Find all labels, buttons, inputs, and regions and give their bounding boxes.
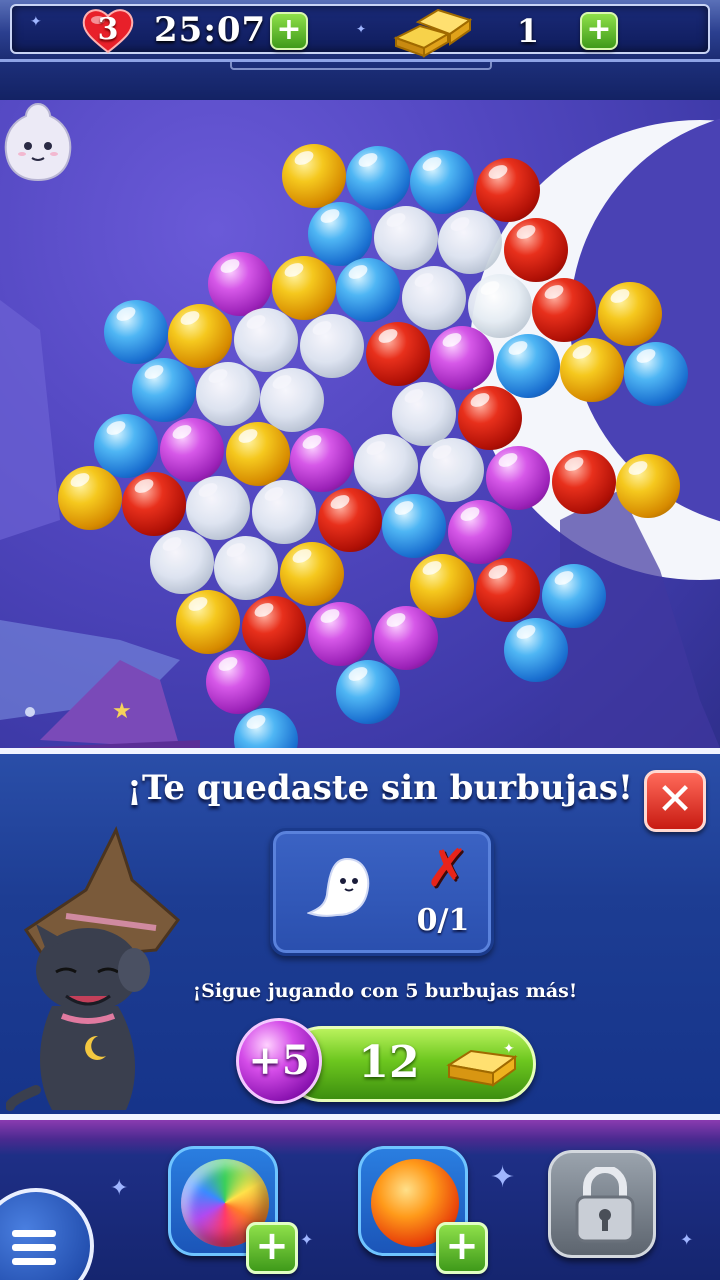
red-bubble xyxy=(122,472,186,536)
blue-bubble xyxy=(410,150,474,214)
yellow-bubble xyxy=(272,256,336,320)
goal-failed-x-icon: ✗ xyxy=(425,839,469,899)
gold-bar-icon: ✦ xyxy=(446,1041,518,1087)
price-label: 12 xyxy=(358,1037,420,1088)
continue-prompt: ¡Sigue jugando con 5 burbujas más! xyxy=(192,980,578,1002)
yellow-bubble xyxy=(226,422,290,486)
cloud-bubble xyxy=(234,308,298,372)
red-bubble xyxy=(552,450,616,514)
yellow-bubble xyxy=(58,466,122,530)
red-bubble xyxy=(318,488,382,552)
purple-bubble xyxy=(374,606,438,670)
cloud-bubble xyxy=(438,210,502,274)
bubble-board[interactable]: ★ xyxy=(0,100,720,748)
yellow-bubble xyxy=(280,542,344,606)
add-lives-button[interactable]: + xyxy=(270,12,308,50)
cloud-bubble xyxy=(420,438,484,502)
red-bubble xyxy=(532,278,596,342)
padlock-icon xyxy=(575,1167,635,1243)
blue-bubble xyxy=(132,358,196,422)
cloud-bubble xyxy=(354,434,418,498)
yellow-bubble xyxy=(168,304,232,368)
red-bubble xyxy=(458,386,522,450)
yellow-bubble xyxy=(282,144,346,208)
score-progress-bar xyxy=(230,62,492,70)
gold-bars-count: 1 xyxy=(516,12,540,50)
add-fire-booster-button[interactable]: + xyxy=(436,1222,488,1274)
purple-bubble xyxy=(308,602,372,666)
cloud-bubble xyxy=(252,480,316,544)
cloud-bubble xyxy=(214,536,278,600)
sparkle-icon: ✦ xyxy=(356,22,367,36)
sparkle-icon: ✦ xyxy=(490,1160,516,1195)
top-status-bar: ✦ ✦ 3 25:07 + 1 + xyxy=(0,0,720,62)
sparkle-icon: ✦ xyxy=(110,1176,129,1201)
purple-bubble xyxy=(290,428,354,492)
out-of-bubbles-dialog: ¡Te quedaste sin burbujas! ✕ ✗ 0/1 ¡Sigu… xyxy=(0,748,720,1120)
red-bubble xyxy=(242,596,306,660)
plus-five-bubbles-badge: +5 xyxy=(236,1018,322,1104)
close-button[interactable]: ✕ xyxy=(644,770,706,832)
red-bubble xyxy=(476,558,540,622)
cloud-bubble xyxy=(300,314,364,378)
purple-bubble xyxy=(486,446,550,510)
ghost-target-icon xyxy=(4,102,72,182)
locked-booster[interactable] xyxy=(548,1150,656,1258)
yellow-bubble xyxy=(598,282,662,346)
hamburger-icon xyxy=(12,1230,56,1272)
sparkle-icon: ✦ xyxy=(300,1230,314,1249)
red-bubble xyxy=(366,322,430,386)
menu-button[interactable] xyxy=(0,1188,94,1280)
cloud-bubble xyxy=(402,266,466,330)
blue-bubble xyxy=(624,342,688,406)
purple-bubble xyxy=(206,650,270,714)
svg-text:★: ★ xyxy=(112,699,132,724)
sparkle-icon: ✦ xyxy=(680,1230,694,1249)
blue-bubble xyxy=(504,618,568,682)
blue-bubble xyxy=(382,494,446,558)
goal-panel: ✗ 0/1 xyxy=(270,828,494,956)
add-gold-button[interactable]: + xyxy=(580,12,618,50)
ghost-goal-icon xyxy=(307,857,370,917)
cloud-bubble xyxy=(150,530,214,594)
red-bubble xyxy=(476,158,540,222)
blue-bubble xyxy=(308,202,372,266)
blue-bubble xyxy=(496,334,560,398)
cloud-bubble xyxy=(196,362,260,426)
red-bubble xyxy=(504,218,568,282)
purple-bubble xyxy=(208,252,272,316)
yellow-bubble xyxy=(176,590,240,654)
goal-count: 0/1 xyxy=(416,903,470,938)
blue-bubble xyxy=(542,564,606,628)
blue-bubble xyxy=(346,146,410,210)
sparkle-icon: ✦ xyxy=(30,14,42,30)
blue-bubble xyxy=(104,300,168,364)
blue-bubble xyxy=(336,660,400,724)
blue-bubble xyxy=(336,258,400,322)
lives-count: 3 xyxy=(97,12,119,47)
purple-bubble xyxy=(430,326,494,390)
svg-text:✦: ✦ xyxy=(503,1041,515,1057)
lives-heart-icon: 3 xyxy=(80,6,136,54)
booster-bar: ✦ ✦ ✦ ✦ + + xyxy=(0,1120,720,1280)
yellow-bubble xyxy=(616,454,680,518)
cloud-bubble xyxy=(374,206,438,270)
cloud-bubble xyxy=(260,368,324,432)
add-rainbow-booster-button[interactable]: + xyxy=(246,1222,298,1274)
cloud-bubble xyxy=(392,382,456,446)
life-timer: 25:07 xyxy=(154,10,267,50)
yellow-bubble xyxy=(560,338,624,402)
gold-bars-icon xyxy=(393,8,473,58)
level-progress-strip xyxy=(0,62,720,100)
cloud-bubble xyxy=(186,476,250,540)
cloud-bubble xyxy=(468,274,532,338)
purple-bubble xyxy=(160,418,224,482)
cat-character xyxy=(6,826,181,1111)
dialog-title: ¡Te quedaste sin burbujas! xyxy=(127,768,633,808)
purple-bubble xyxy=(448,500,512,564)
